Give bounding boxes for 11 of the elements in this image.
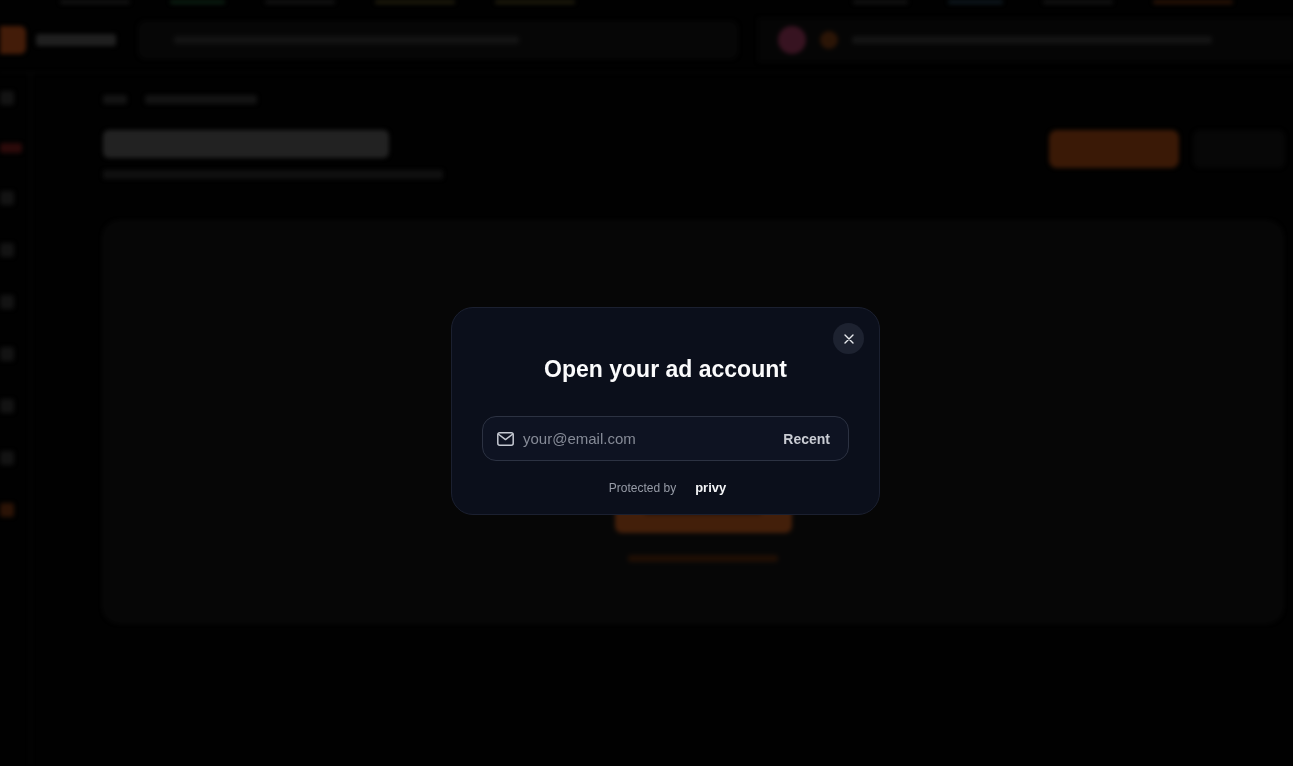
protected-by-text: Protected by — [608, 480, 677, 495]
brand-name: privy — [695, 480, 727, 495]
email-field[interactable]: your@email.com Recent — [482, 416, 849, 461]
recent-button[interactable]: Recent — [783, 430, 830, 447]
blurred-nav-item[interactable] — [0, 143, 22, 153]
close-icon — [843, 333, 854, 344]
blurred-nav-item[interactable] — [0, 503, 14, 517]
dialog-title: Open your ad account — [544, 355, 787, 384]
close-button[interactable] — [833, 323, 864, 354]
mail-icon — [497, 431, 514, 446]
blurred-button[interactable] — [1049, 130, 1179, 168]
